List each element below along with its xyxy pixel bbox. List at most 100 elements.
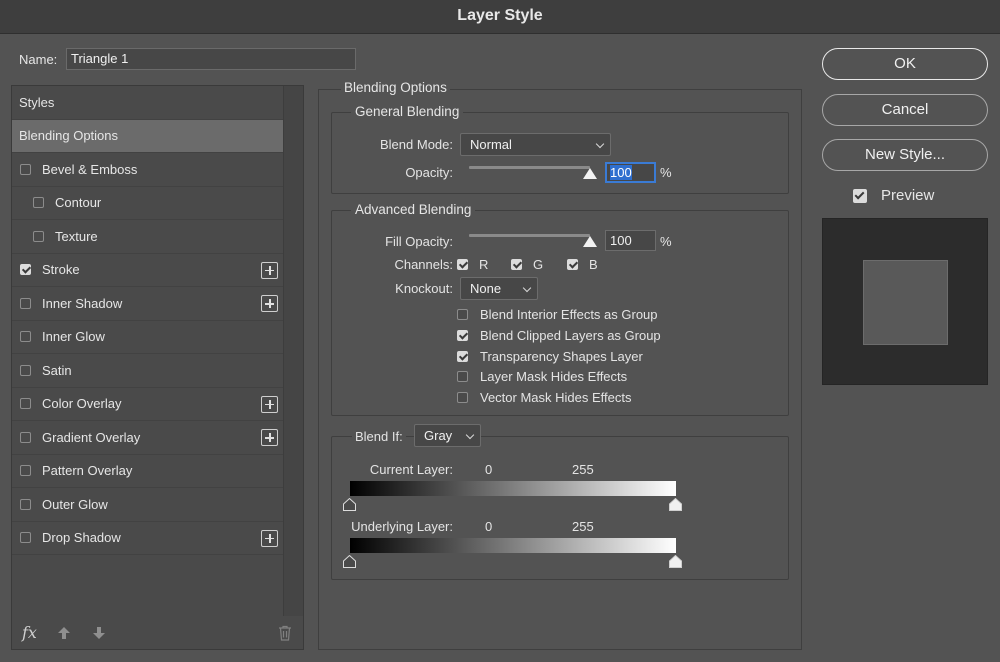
underlying-layer-white-stop[interactable] (669, 555, 682, 568)
style-item-label: Gradient Overlay (42, 429, 141, 445)
opacity-input[interactable]: 100 (605, 162, 656, 183)
ok-button[interactable]: OK (822, 48, 988, 80)
knockout-label: Knockout: (395, 281, 453, 296)
channel-checkbox[interactable] (567, 259, 578, 270)
advanced-option-checkbox[interactable] (457, 309, 468, 320)
fill-opacity-input[interactable]: 100 (605, 230, 656, 251)
channel-label: G (533, 257, 544, 272)
style-item-checkbox[interactable] (20, 264, 31, 276)
style-item[interactable]: Satin (12, 354, 284, 388)
style-item-label: Drop Shadow (42, 530, 121, 546)
title-bar: Layer Style (0, 0, 1000, 34)
style-item[interactable]: Texture (12, 220, 284, 254)
style-item[interactable]: Bevel & Emboss (12, 153, 284, 187)
style-item-checkbox[interactable] (20, 465, 31, 477)
style-item-checkbox[interactable] (20, 297, 31, 309)
advanced-option-label: Layer Mask Hides Effects (480, 369, 628, 385)
blend-if-label: Blend If: (352, 429, 406, 444)
underlying-layer-black-stop[interactable] (343, 555, 356, 568)
add-effect-icon[interactable] (261, 529, 278, 547)
add-effect-icon[interactable] (261, 295, 278, 312)
move-down-icon[interactable] (92, 626, 106, 640)
style-item-label: Bevel & Emboss (42, 161, 138, 177)
name-label: Name: (19, 52, 58, 67)
current-layer-black-stop[interactable] (343, 498, 356, 511)
trash-icon[interactable] (278, 625, 292, 641)
style-item[interactable]: Stroke (12, 254, 284, 287)
add-effect-icon[interactable] (261, 395, 278, 413)
style-item-label: Pattern Overlay (42, 463, 133, 479)
blend-if-select[interactable]: Gray (414, 424, 481, 447)
advanced-option-checkbox[interactable] (457, 371, 468, 383)
current-layer-low-value: 0 (485, 462, 493, 477)
channel-checkbox[interactable] (511, 259, 522, 270)
move-up-icon[interactable] (57, 626, 71, 640)
current-layer-gradient (350, 481, 676, 496)
underlying-layer-low-value: 0 (485, 519, 493, 534)
chevron-down-icon (595, 139, 605, 149)
fx-icon[interactable]: fx (22, 623, 37, 642)
advanced-option-checkbox[interactable] (457, 350, 468, 362)
style-item[interactable]: Contour (12, 187, 284, 220)
opacity-label: Opacity: (405, 165, 453, 180)
styles-header[interactable]: Styles (12, 86, 284, 120)
advanced-option-label: Transparency Shapes Layer (480, 348, 643, 364)
style-item-checkbox[interactable] (20, 498, 31, 510)
fill-opacity-unit: % (660, 234, 672, 249)
knockout-select[interactable]: None (460, 277, 538, 300)
opacity-slider[interactable] (469, 166, 590, 169)
channel-checkbox[interactable] (457, 259, 468, 270)
style-item[interactable]: Pattern Overlay (12, 455, 284, 488)
style-item[interactable]: Outer Glow (12, 488, 284, 522)
opacity-unit: % (660, 165, 672, 180)
chevron-down-icon (465, 430, 475, 440)
style-item-label: Stroke (42, 262, 80, 278)
blending-options-item[interactable]: Blending Options (12, 119, 284, 153)
styles-scrollbar[interactable] (283, 86, 303, 616)
current-layer-white-stop[interactable] (669, 498, 682, 511)
fill-opacity-slider[interactable] (469, 234, 590, 237)
new-style-button[interactable]: New Style... (822, 139, 988, 171)
blend-if-value: Gray (424, 428, 453, 443)
advanced-option-checkbox[interactable] (457, 329, 468, 341)
style-item-checkbox[interactable] (20, 163, 31, 175)
add-effect-icon[interactable] (261, 429, 278, 446)
underlying-layer-high-value: 255 (572, 519, 594, 534)
blend-mode-label: Blend Mode: (380, 137, 453, 152)
window-title: Layer Style (457, 7, 543, 24)
blend-mode-select[interactable]: Normal (460, 133, 611, 156)
advanced-option-checkbox[interactable] (457, 392, 468, 404)
styles-header-label: Styles (19, 94, 55, 110)
advanced-option-label: Blend Interior Effects as Group (480, 307, 658, 322)
style-item[interactable]: Inner Shadow (12, 287, 284, 321)
style-item-checkbox[interactable] (33, 230, 44, 242)
style-item-label: Inner Glow (42, 329, 105, 345)
fill-opacity-slider-thumb[interactable] (583, 236, 597, 247)
style-item-checkbox[interactable] (20, 532, 31, 544)
style-item[interactable]: Inner Glow (12, 321, 284, 354)
style-item[interactable]: Drop Shadow (12, 522, 284, 555)
style-item-label: Texture (55, 228, 98, 244)
cancel-button[interactable]: Cancel (822, 94, 988, 126)
preview-thumbnail (822, 218, 988, 385)
style-item-checkbox[interactable] (33, 197, 44, 209)
style-item[interactable]: Color Overlay (12, 388, 284, 421)
styles-list: Styles Blending Options Bevel & Emboss Co… (12, 86, 284, 555)
advanced-blending-title: Advanced Blending (351, 202, 476, 217)
style-item-checkbox[interactable] (20, 431, 31, 443)
blend-mode-value: Normal (470, 137, 512, 152)
opacity-slider-thumb[interactable] (583, 168, 597, 179)
blending-options-label: Blending Options (19, 128, 119, 144)
styles-panel: Styles Blending Options Bevel & Emboss Co… (11, 85, 304, 650)
name-input[interactable]: Triangle 1 (66, 48, 356, 70)
channel-label: R (479, 257, 489, 272)
preview-checkbox[interactable] (853, 189, 867, 203)
style-item-checkbox[interactable] (20, 364, 31, 376)
add-effect-icon[interactable] (261, 261, 278, 279)
style-item[interactable]: Gradient Overlay (12, 421, 284, 455)
style-item-checkbox[interactable] (20, 331, 31, 343)
fill-opacity-value: 100 (610, 233, 632, 248)
style-item-label: Satin (42, 362, 72, 378)
style-item-checkbox[interactable] (20, 398, 31, 410)
preview-swatch (863, 260, 948, 345)
